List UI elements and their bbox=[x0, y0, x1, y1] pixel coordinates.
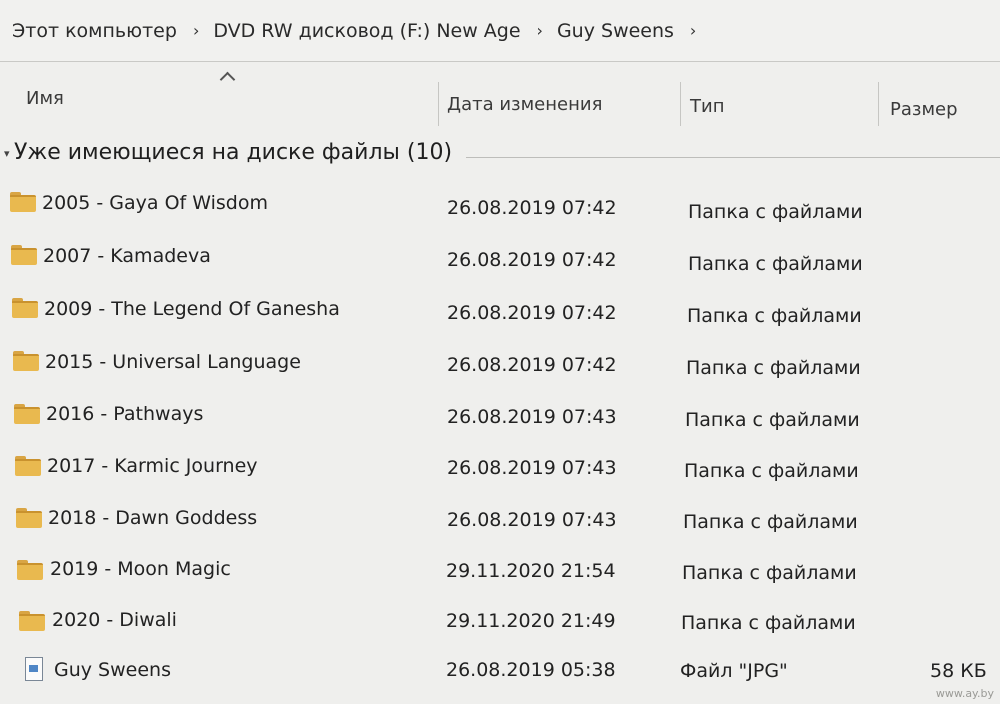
list-item[interactable]: 2018 - Dawn Goddess 26.08.2019 07:43 Пап… bbox=[0, 496, 1000, 544]
file-type: Папка с файлами bbox=[688, 201, 863, 223]
file-type: Папка с файлами bbox=[681, 612, 856, 634]
column-resize-handle[interactable] bbox=[438, 82, 439, 126]
folder-icon bbox=[15, 456, 41, 476]
chevron-down-icon[interactable]: ▾ bbox=[4, 147, 10, 160]
column-header-name[interactable]: Имя bbox=[26, 88, 64, 109]
file-name: 2020 - Diwali bbox=[52, 609, 177, 631]
file-name: Guy Sweens bbox=[54, 659, 171, 681]
list-item[interactable]: 2016 - Pathways 26.08.2019 07:43 Папка с… bbox=[0, 392, 1000, 440]
list-item[interactable]: 2007 - Kamadeva 26.08.2019 07:42 Папка с… bbox=[0, 233, 1000, 281]
watermark: www.ay.by bbox=[935, 687, 994, 700]
list-item[interactable]: 2009 - The Legend Of Ganesha 26.08.2019 … bbox=[0, 286, 1000, 334]
file-date: 26.08.2019 07:42 bbox=[447, 354, 617, 376]
folder-icon bbox=[17, 560, 43, 580]
file-date: 26.08.2019 05:38 bbox=[446, 659, 616, 681]
column-header-row: Имя Дата изменения Тип Размер bbox=[0, 62, 1000, 140]
file-name: 2017 - Karmic Journey bbox=[47, 455, 258, 477]
breadcrumb-chevron-icon[interactable]: › bbox=[193, 21, 199, 40]
jpg-file-icon bbox=[25, 657, 43, 681]
file-name: 2005 - Gaya Of Wisdom bbox=[42, 192, 269, 214]
list-item[interactable]: 2005 - Gaya Of Wisdom 26.08.2019 07:42 П… bbox=[0, 180, 1000, 228]
list-item[interactable]: 2015 - Universal Language 26.08.2019 07:… bbox=[0, 339, 1000, 387]
file-date: 26.08.2019 07:42 bbox=[447, 249, 617, 271]
breadcrumb-dvd-drive[interactable]: DVD RW дисковод (F:) New Age bbox=[213, 20, 520, 42]
file-date: 26.08.2019 07:43 bbox=[447, 406, 617, 428]
file-type: Папка с файлами bbox=[685, 409, 860, 431]
folder-icon bbox=[14, 404, 40, 424]
folder-icon bbox=[13, 351, 39, 371]
breadcrumb-chevron-icon[interactable]: › bbox=[690, 21, 696, 40]
file-name: 2009 - The Legend Of Ganesha bbox=[44, 298, 340, 320]
file-name: 2007 - Kamadeva bbox=[43, 245, 211, 267]
file-type: Файл "JPG" bbox=[680, 660, 788, 682]
breadcrumb: Этот компьютер › DVD RW дисковод (F:) Ne… bbox=[0, 0, 1000, 62]
file-type: Папка с файлами bbox=[683, 511, 858, 533]
breadcrumb-chevron-icon[interactable]: › bbox=[537, 21, 543, 40]
column-resize-handle[interactable] bbox=[680, 82, 681, 126]
file-type: Папка с файлами bbox=[684, 460, 859, 482]
file-date: 26.08.2019 07:43 bbox=[447, 509, 617, 531]
list-item[interactable]: 2017 - Karmic Journey 26.08.2019 07:43 П… bbox=[0, 444, 1000, 492]
folder-icon bbox=[10, 192, 36, 212]
list-item[interactable]: 2020 - Diwali 29.11.2020 21:49 Папка с ф… bbox=[0, 599, 1000, 647]
column-header-size[interactable]: Размер bbox=[890, 99, 958, 120]
breadcrumb-guy-sweens[interactable]: Guy Sweens bbox=[557, 20, 674, 42]
folder-icon bbox=[19, 611, 45, 631]
file-name: 2015 - Universal Language bbox=[45, 351, 301, 373]
file-name: 2018 - Dawn Goddess bbox=[48, 507, 258, 529]
file-date: 26.08.2019 07:42 bbox=[447, 302, 617, 324]
file-date: 26.08.2019 07:43 bbox=[447, 457, 617, 479]
sort-ascending-icon[interactable] bbox=[219, 71, 236, 88]
file-date: 29.11.2020 21:49 bbox=[446, 610, 616, 632]
file-date: 26.08.2019 07:42 bbox=[447, 197, 617, 219]
folder-icon bbox=[11, 245, 37, 265]
column-header-date[interactable]: Дата изменения bbox=[447, 94, 602, 115]
folder-icon bbox=[16, 508, 42, 528]
group-header[interactable]: ▾ Уже имеющиеся на диске файлы (10) bbox=[0, 138, 1000, 174]
folder-icon bbox=[12, 298, 38, 318]
list-item[interactable]: Guy Sweens 26.08.2019 05:38 Файл "JPG" 5… bbox=[0, 648, 1000, 696]
file-date: 29.11.2020 21:54 bbox=[446, 560, 616, 582]
file-type: Папка с файлами bbox=[687, 305, 862, 327]
column-header-type[interactable]: Тип bbox=[690, 96, 724, 117]
file-type: Папка с файлами bbox=[682, 562, 857, 584]
breadcrumb-this-pc[interactable]: Этот компьютер bbox=[12, 20, 177, 42]
group-divider bbox=[466, 157, 1000, 158]
file-type: Папка с файлами bbox=[688, 253, 863, 275]
file-type: Папка с файлами bbox=[686, 357, 861, 379]
file-size: 58 КБ bbox=[930, 660, 987, 682]
list-item[interactable]: 2019 - Moon Magic 29.11.2020 21:54 Папка… bbox=[0, 548, 1000, 596]
group-title: Уже имеющиеся на диске файлы (10) bbox=[14, 140, 453, 165]
file-name: 2019 - Moon Magic bbox=[50, 558, 231, 580]
column-resize-handle[interactable] bbox=[878, 82, 879, 126]
file-name: 2016 - Pathways bbox=[46, 403, 204, 425]
